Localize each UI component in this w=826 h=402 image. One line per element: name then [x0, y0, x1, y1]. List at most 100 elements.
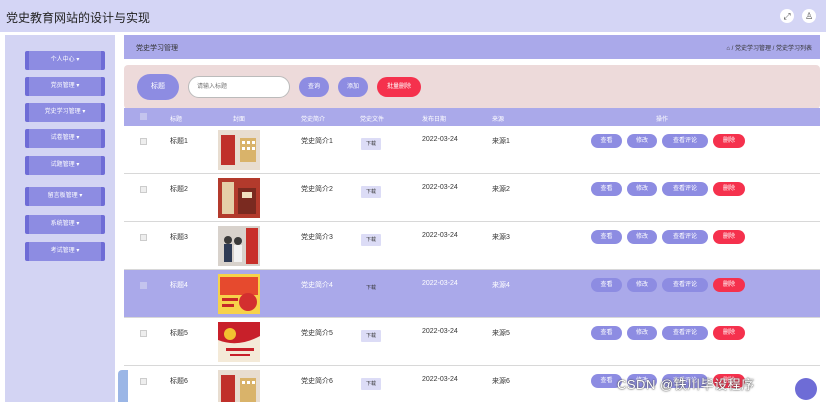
delete-button[interactable]: 删除 — [713, 134, 745, 148]
header-actions: 操作 — [656, 117, 669, 123]
query-button[interactable]: 查询 — [299, 77, 329, 97]
search-input[interactable] — [188, 76, 290, 98]
cell-source: 来源4 — [492, 282, 510, 289]
download-button[interactable]: 下载 — [361, 234, 381, 246]
cell-title: 标题2 — [170, 186, 188, 193]
sidebar-item-exam-paper[interactable]: 试卷管理 ▾ — [25, 129, 105, 148]
cell-source: 来源2 — [492, 186, 510, 193]
edit-button[interactable]: 修改 — [627, 278, 657, 292]
cell-intro: 党史简介5 — [301, 330, 333, 337]
row-checkbox[interactable] — [140, 378, 147, 385]
view-comments-button[interactable]: 查看评论 — [662, 230, 708, 244]
cover-image — [218, 130, 260, 170]
row-checkbox[interactable] — [140, 234, 147, 241]
edit-button[interactable]: 修改 — [627, 134, 657, 148]
cell-title: 标题6 — [170, 378, 188, 385]
add-button[interactable]: 添加 — [338, 77, 368, 97]
delete-button[interactable]: 删除 — [713, 278, 745, 292]
floating-action-button[interactable] — [795, 378, 817, 400]
cell-intro: 党史简介1 — [301, 138, 333, 145]
sidebar-item-personal-center[interactable]: 个人中心 ▾ — [25, 51, 105, 70]
sidebar-item-exam[interactable]: 考试管理 ▾ — [25, 242, 105, 261]
cover-image — [218, 322, 260, 362]
cell-source: 来源1 — [492, 138, 510, 145]
watermark: CSDN @铁川毕设程序 — [617, 377, 755, 392]
view-button[interactable]: 查看 — [591, 134, 622, 148]
cell-date: 2022-03-24 — [422, 184, 458, 191]
row-checkbox[interactable] — [140, 186, 147, 193]
header-file: 党史文件 — [360, 117, 385, 123]
table-row[interactable]: 标题4 党史简介4 下载 2022-03-24 来源4 查看 修改 查看评论 删… — [124, 270, 820, 318]
cover-image — [218, 274, 260, 314]
breadcrumb-path[interactable]: ⌂ / 党史学习管理 / 党史学习列表 — [726, 43, 812, 52]
batch-delete-button[interactable]: 批量删除 — [377, 77, 421, 97]
view-button[interactable]: 查看 — [591, 278, 622, 292]
cell-source: 来源3 — [492, 234, 510, 241]
download-button[interactable]: 下载 — [361, 378, 381, 390]
user-icon[interactable]: ♙ — [802, 9, 816, 23]
cell-source: 来源6 — [492, 378, 510, 385]
table-row[interactable]: 标题3 党史简介3 下载 2022-03-24 来源3 查看 修改 查看评论 删… — [124, 222, 820, 270]
table-header: 标题 封面 党史简介 党史文件 发布日期 来源 操作 — [124, 108, 820, 126]
row-checkbox[interactable] — [140, 138, 147, 145]
cover-image — [218, 226, 260, 266]
sidebar-item-system[interactable]: 系统管理 ▾ — [25, 215, 105, 234]
view-comments-button[interactable]: 查看评论 — [662, 278, 708, 292]
download-button[interactable]: 下载 — [361, 282, 381, 294]
table-row[interactable]: 标题2 党史简介2 下载 2022-03-24 来源2 查看 修改 查看评论 删… — [124, 174, 820, 222]
sidebar: 个人中心 ▾ 党员管理 ▾ 党史学习管理 ▾ 试卷管理 ▾ 试题管理 ▾ 留言板… — [5, 35, 115, 402]
sidebar-item-message-board[interactable]: 留言板管理 ▾ — [25, 187, 105, 206]
table-row[interactable]: 标题5 党史简介5 下载 2022-03-24 来源5 查看 修改 查看评论 删… — [124, 318, 820, 366]
cover-image — [218, 178, 260, 218]
sidebar-item-member-management[interactable]: 党员管理 ▾ — [25, 77, 105, 96]
main-content: 党史学习管理 ⌂ / 党史学习管理 / 党史学习列表 标题 查询 添加 批量删除… — [124, 35, 820, 402]
download-button[interactable]: 下载 — [361, 186, 381, 198]
sidebar-item-history-study[interactable]: 党史学习管理 ▾ — [25, 103, 105, 122]
view-button[interactable]: 查看 — [591, 326, 622, 340]
search-bar: 标题 查询 添加 批量删除 — [124, 65, 820, 109]
row-checkbox[interactable] — [140, 330, 147, 337]
edit-button[interactable]: 修改 — [627, 326, 657, 340]
cell-date: 2022-03-24 — [422, 232, 458, 239]
breadcrumb: 党史学习管理 ⌂ / 党史学习管理 / 党史学习列表 — [124, 35, 820, 59]
header-source: 来源 — [492, 117, 505, 123]
view-comments-button[interactable]: 查看评论 — [662, 326, 708, 340]
cell-date: 2022-03-24 — [422, 376, 458, 383]
page-title: 党史学习管理 — [136, 45, 178, 52]
table-row[interactable]: 标题1 党史简介1 下载 2022-03-24 来源1 查看 修改 查看评论 删… — [124, 126, 820, 174]
search-label: 标题 — [137, 74, 179, 100]
view-comments-button[interactable]: 查看评论 — [662, 182, 708, 196]
header-cover: 封面 — [233, 117, 246, 123]
download-button[interactable]: 下载 — [361, 330, 381, 342]
fullscreen-icon[interactable]: ⤢ — [780, 9, 794, 23]
app-title: 党史教育网站的设计与实现 — [6, 11, 151, 25]
select-all-checkbox[interactable] — [140, 113, 147, 120]
row-checkbox[interactable] — [140, 282, 147, 289]
cell-source: 来源5 — [492, 330, 510, 337]
view-button[interactable]: 查看 — [591, 230, 622, 244]
cover-image — [218, 370, 260, 402]
cell-intro: 党史简介6 — [301, 378, 333, 385]
view-comments-button[interactable]: 查看评论 — [662, 134, 708, 148]
cell-intro: 党史简介2 — [301, 186, 333, 193]
cell-title: 标题3 — [170, 234, 188, 241]
top-bar: 党史教育网站的设计与实现 ⤢ ♙ — [0, 0, 826, 32]
cell-date: 2022-03-24 — [422, 280, 458, 287]
cell-title: 标题4 — [170, 282, 188, 289]
edit-button[interactable]: 修改 — [627, 230, 657, 244]
cell-date: 2022-03-24 — [422, 328, 458, 335]
sidebar-item-question[interactable]: 试题管理 ▾ — [25, 156, 105, 175]
edit-button[interactable]: 修改 — [627, 182, 657, 196]
cell-intro: 党史简介3 — [301, 234, 333, 241]
header-date: 发布日期 — [422, 117, 447, 123]
header-title: 标题 — [170, 117, 183, 123]
delete-button[interactable]: 删除 — [713, 326, 745, 340]
download-button[interactable]: 下载 — [361, 138, 381, 150]
header-intro: 党史简介 — [301, 117, 326, 123]
delete-button[interactable]: 删除 — [713, 182, 745, 196]
view-button[interactable]: 查看 — [591, 182, 622, 196]
cell-title: 标题5 — [170, 330, 188, 337]
delete-button[interactable]: 删除 — [713, 230, 745, 244]
cell-title: 标题1 — [170, 138, 188, 145]
cell-date: 2022-03-24 — [422, 136, 458, 143]
